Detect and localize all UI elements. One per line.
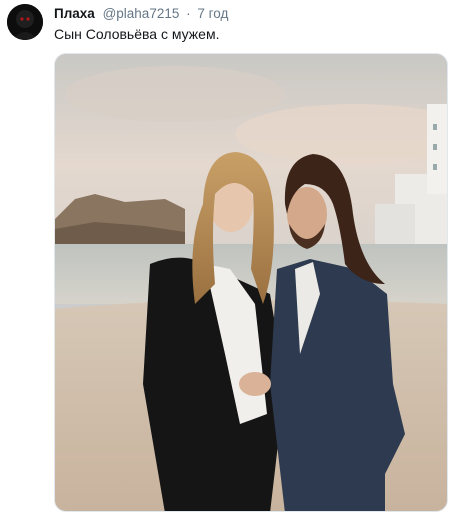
avatar[interactable] (7, 4, 43, 40)
author-handle[interactable]: @plaha7215 (103, 6, 180, 21)
tweet-header: Плаха @plaha7215 · 7 год (54, 5, 228, 23)
photo-image (55, 54, 447, 511)
author-name[interactable]: Плаха (54, 6, 95, 21)
tweet-text: Сын Соловьёва с мужем. (54, 26, 220, 42)
tweet-photo[interactable] (54, 53, 448, 512)
timestamp[interactable]: 7 год (197, 6, 228, 21)
separator: · (186, 6, 191, 21)
tweet: Плаха @plaha7215 · 7 год Сын Соловьёва с… (0, 0, 460, 519)
dark-figure-avatar-icon (7, 4, 43, 40)
